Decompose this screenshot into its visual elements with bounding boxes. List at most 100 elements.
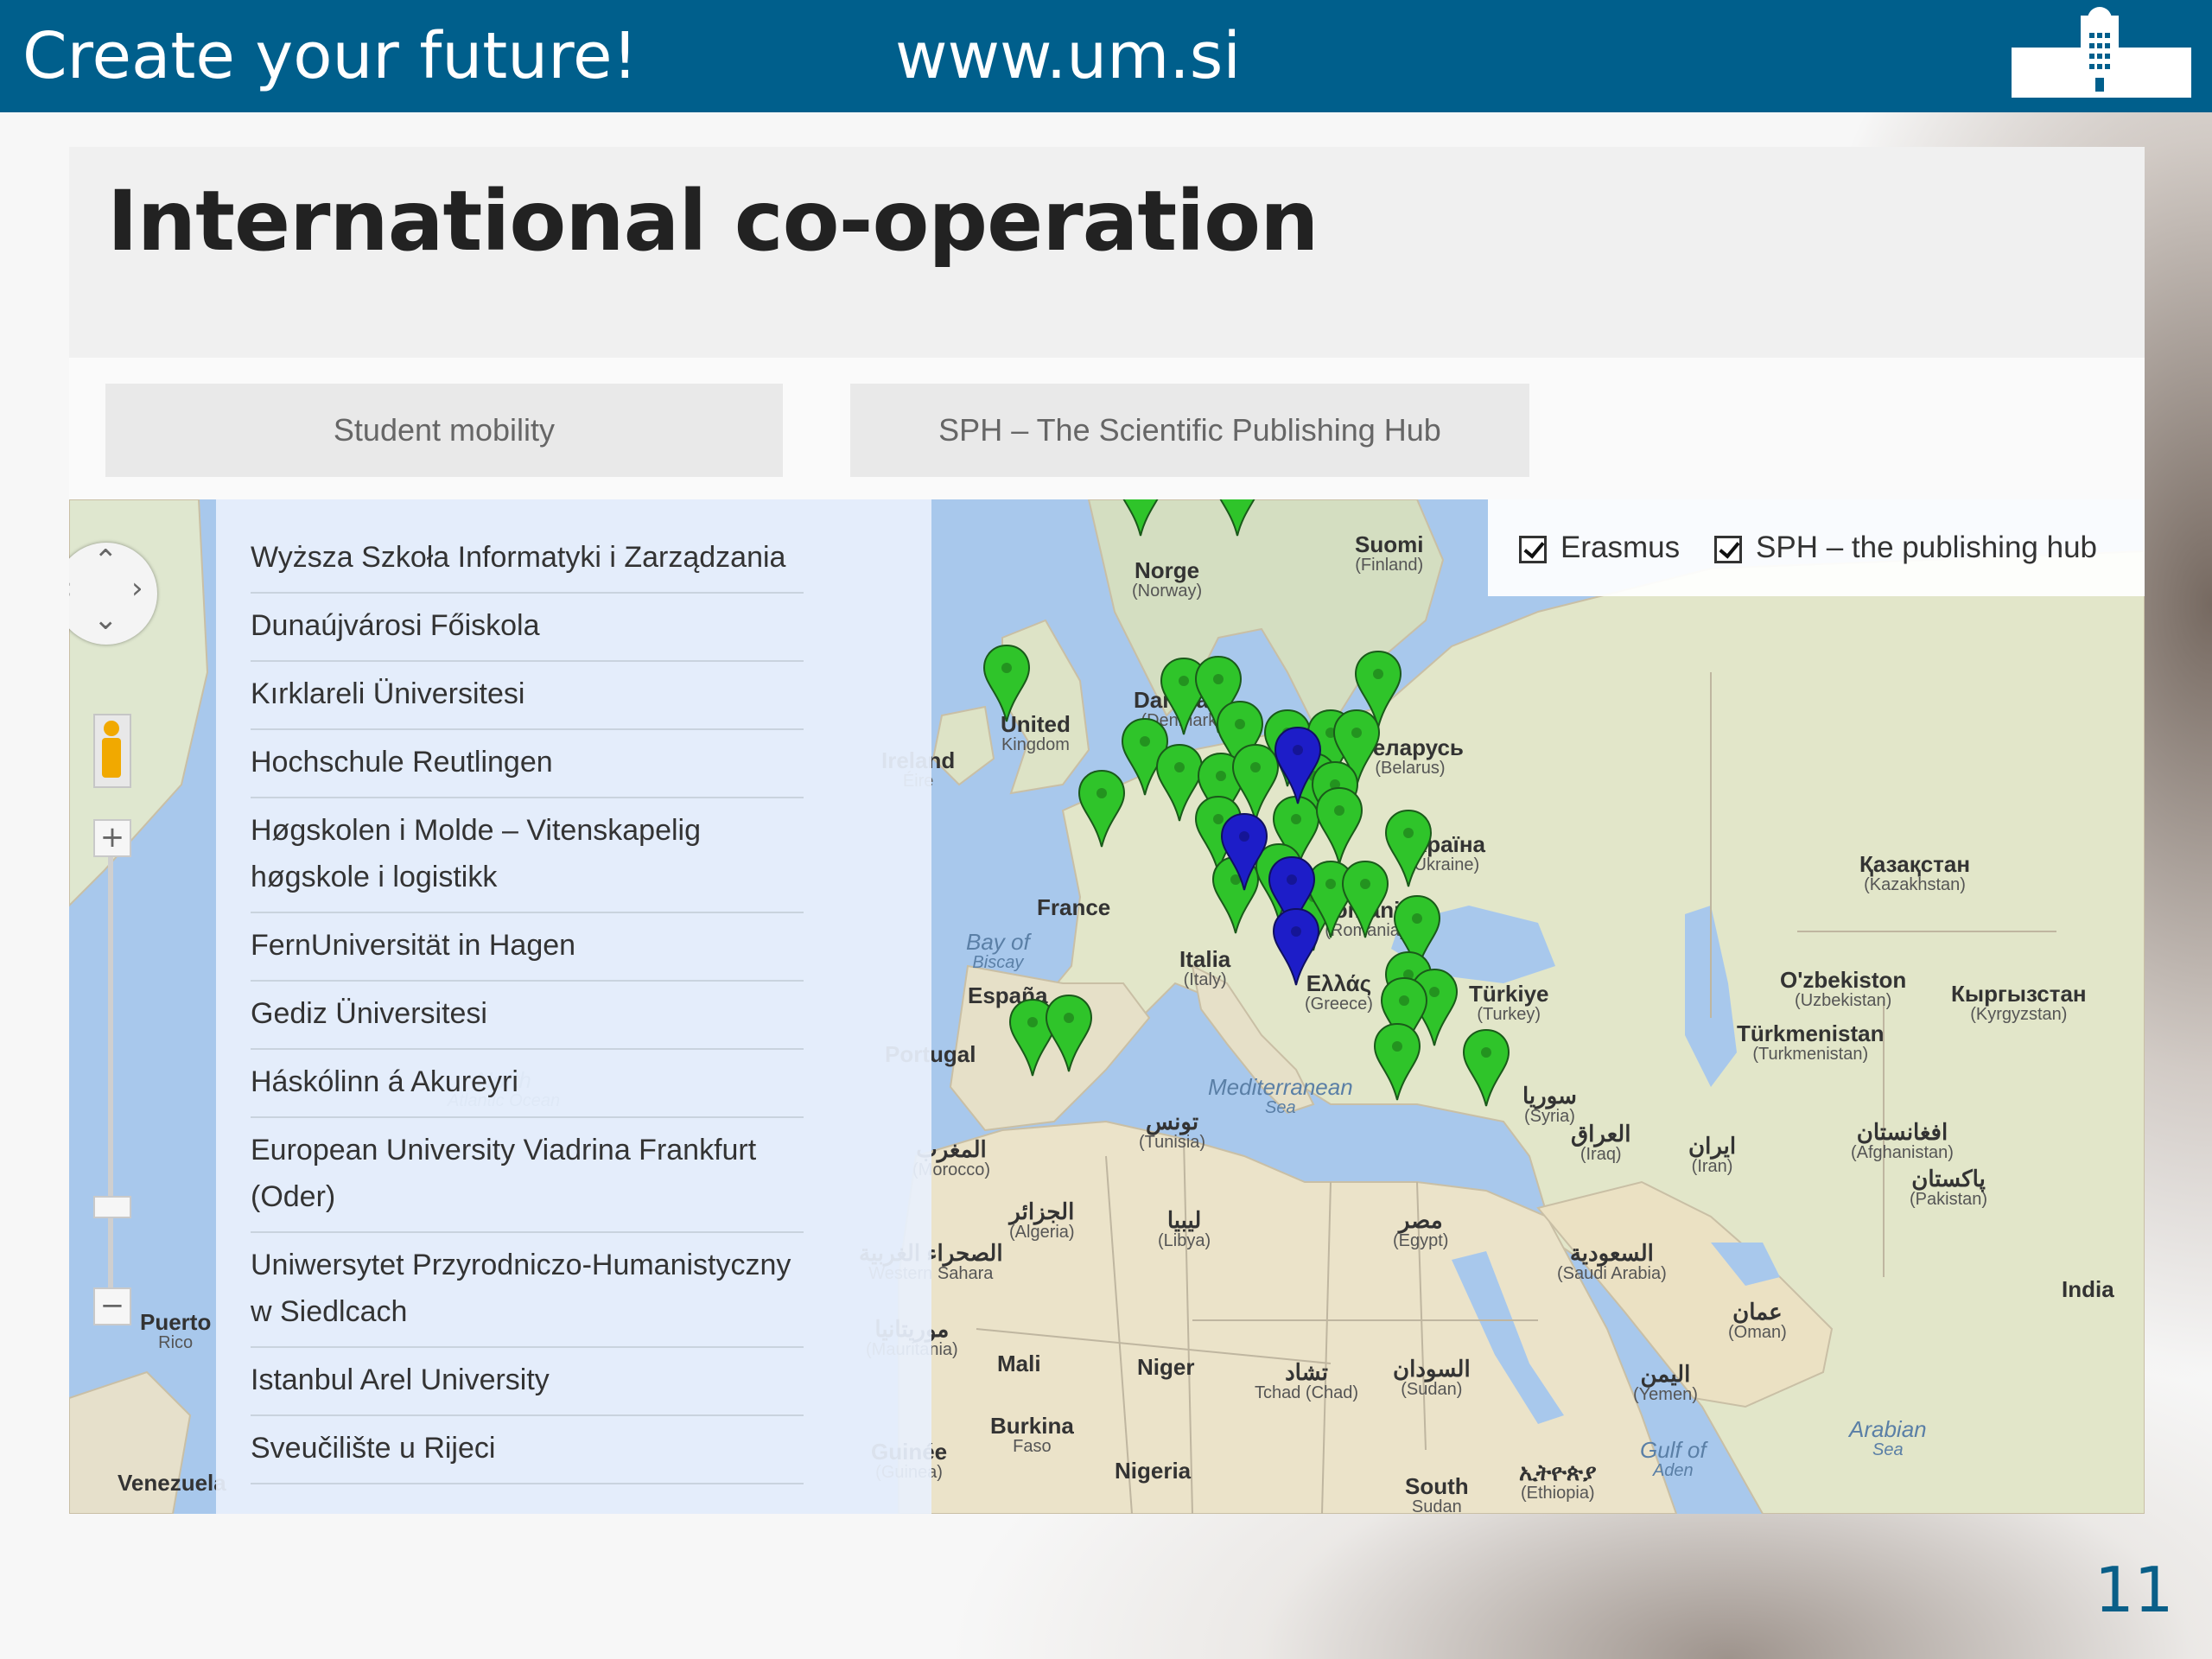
map-place-subname: (Turkey) <box>1477 1005 1541 1024</box>
zoom-in-button[interactable]: + <box>93 819 131 857</box>
university-list-item[interactable]: Wyższa Szkoła Informatyki i Zarządzania <box>251 525 804 594</box>
map-place-label: Mediterranean Sea <box>1208 1076 1353 1118</box>
university-list-item[interactable]: Høgskolen i Molde – Vitenskapelig høgsko… <box>251 798 804 913</box>
map-place-subname: Rico <box>158 1333 194 1352</box>
map-place-label: Suomi (Finland) <box>1355 533 1423 575</box>
map-place-label: سوريا (Syria) <box>1522 1083 1577 1127</box>
erasmus-marker-icon[interactable] <box>1462 1028 1510 1108</box>
map-place-subname: (Sudan) <box>1401 1380 1463 1399</box>
erasmus-marker-icon[interactable] <box>1384 809 1433 888</box>
map-place-subname: (Pakistan) <box>1910 1190 1988 1209</box>
map-place-subname: Tchad (Chad) <box>1255 1383 1359 1402</box>
zoom-slider-handle[interactable] <box>93 1196 131 1218</box>
map-place-subname: (Egypt) <box>1393 1231 1449 1250</box>
map-place-name: الجزائر <box>1009 1198 1075 1224</box>
map-place-name: Italia <box>1179 946 1231 972</box>
pan-down-icon[interactable]: ⌄ <box>93 605 118 634</box>
map-place-label: Italia (Italy) <box>1179 946 1231 990</box>
university-list-panel[interactable]: Wyższa Szkoła Informatyki i Zarządzania D… <box>216 499 931 1514</box>
map-place-subname: (Algeria) <box>1009 1223 1075 1242</box>
pan-left-icon[interactable]: ‹ <box>69 574 73 603</box>
map-place-label: India <box>2062 1278 2114 1300</box>
erasmus-marker-icon[interactable] <box>1341 860 1389 939</box>
map-place-name: سوريا <box>1522 1083 1577 1109</box>
tab-student-mobility[interactable]: Student mobility <box>105 384 783 477</box>
university-list-item[interactable]: Sveučilište u Rijeci <box>251 1416 804 1484</box>
zoom-out-button[interactable]: − <box>93 1287 131 1325</box>
map-place-label: Arabian Sea <box>1849 1418 1927 1460</box>
map-place-label: Mali <box>997 1352 1041 1375</box>
erasmus-marker-icon[interactable] <box>1077 769 1126 849</box>
map-place-label: Puerto Rico <box>140 1311 211 1353</box>
map-place-name: Türkmenistan <box>1737 1020 1885 1046</box>
map-place-label: السعودية (Saudi Arabia) <box>1557 1242 1667 1284</box>
university-list-item[interactable]: Hochschule Reutlingen <box>251 730 804 798</box>
map-place-label: پاکستان (Pakistan) <box>1910 1166 1988 1210</box>
map-place-name: عمان <box>1732 1299 1783 1325</box>
map-place-subname: (Greece) <box>1305 995 1373 1014</box>
map-place-subname: Sea <box>1872 1440 1904 1459</box>
map-place-label: Norge (Norway) <box>1132 557 1202 601</box>
university-list-item[interactable]: European University Viadrina Frankfurt (… <box>251 1118 804 1233</box>
marker-legend: Erasmus SPH – the publishing hub <box>1488 499 2145 596</box>
map-place-name: پاکستان <box>1911 1166 1986 1192</box>
map-place-label: الجزائر (Algeria) <box>1009 1198 1075 1243</box>
legend-sph-label: SPH – the publishing hub <box>1756 531 2097 564</box>
erasmus-marker-icon[interactable] <box>982 644 1031 723</box>
map-place-name: Gulf of <box>1640 1437 1707 1463</box>
map-place-subname: (Saudi Arabia) <box>1557 1264 1667 1283</box>
erasmus-marker-icon[interactable] <box>1315 786 1363 866</box>
street-view-pegman-icon[interactable] <box>93 714 131 788</box>
sph-marker-icon[interactable] <box>1220 812 1268 892</box>
tab-scientific-publishing-hub[interactable]: SPH – The Scientific Publishing Hub <box>850 384 1529 477</box>
map-place-name: Norge <box>1135 557 1200 583</box>
map-place-label: Türkiye (Turkey) <box>1469 982 1549 1025</box>
map-place-name: O'zbekiston <box>1780 967 1907 993</box>
sph-marker-icon[interactable] <box>1274 726 1322 805</box>
map-place-subname: (Iraq) <box>1580 1145 1622 1164</box>
zoom-slider-track[interactable] <box>108 845 113 1294</box>
university-list-item[interactable]: Háskólinn á Akureyri <box>251 1050 804 1118</box>
legend-erasmus[interactable]: Erasmus <box>1519 529 1680 567</box>
map-place-subname: Sea <box>1265 1098 1296 1117</box>
header-slogan: Create your future! <box>22 19 639 93</box>
map-place-subname: Biscay <box>972 953 1024 972</box>
erasmus-marker-icon[interactable] <box>1373 1022 1421 1102</box>
map-place-label: العراق (Iraq) <box>1571 1122 1630 1165</box>
map-place-subname: (Turkmenistan) <box>1752 1045 1869 1064</box>
erasmus-checkbox[interactable] <box>1519 535 1547 563</box>
university-list-item[interactable]: Istanbul Arel University <box>251 1348 804 1416</box>
sph-marker-icon[interactable] <box>1272 907 1320 987</box>
map-place-subname: (Afghanistan) <box>1851 1143 1954 1162</box>
map-place-label: تشاد Tchad (Chad) <box>1255 1361 1359 1403</box>
university-list-item[interactable]: Uniwersytet Przyrodniczo-Humanistyczny w… <box>251 1233 804 1348</box>
map-place-label: Nigeria <box>1115 1459 1191 1482</box>
partner-map[interactable]: Suomi (Finland) Norge (Norway) United Kingdom… <box>69 499 2145 1514</box>
page-title: International co-operation <box>107 173 1319 270</box>
map-place-label: السودان (Sudan) <box>1393 1357 1471 1400</box>
erasmus-marker-icon[interactable] <box>1045 994 1093 1073</box>
university-list-item[interactable]: Kırklareli Üniversitesi <box>251 662 804 730</box>
map-place-label: عمان (Oman) <box>1728 1299 1787 1343</box>
map-place-name: Venezuela <box>118 1470 226 1496</box>
map-place-label: Кыргызстан (Kyrgyzstan) <box>1951 982 2087 1025</box>
map-place-label: مصر (Egypt) <box>1393 1209 1449 1251</box>
legend-sph[interactable]: SPH – the publishing hub <box>1714 529 2097 567</box>
page-number: 11 <box>2094 1554 2174 1626</box>
pan-right-icon[interactable]: › <box>131 574 143 603</box>
map-place-subname: (Iran) <box>1691 1157 1733 1176</box>
erasmus-marker-icon[interactable] <box>1213 499 1262 537</box>
university-list-item[interactable]: Dunaújvárosi Főiskola <box>251 594 804 662</box>
map-place-name: ایران <box>1688 1133 1737 1159</box>
erasmus-marker-icon[interactable] <box>1116 499 1165 537</box>
map-place-subname: Aden <box>1652 1461 1694 1480</box>
pan-up-icon[interactable]: ⌃ <box>93 546 118 575</box>
sph-checkbox[interactable] <box>1714 535 1742 563</box>
university-list-item[interactable]: Gediz Üniversitesi <box>251 982 804 1050</box>
map-place-name: France <box>1037 894 1111 920</box>
map-place-subname: Sudan <box>1411 1497 1462 1514</box>
map-place-label: افغانستان (Afghanistan) <box>1851 1121 1954 1163</box>
university-logo <box>1986 0 2212 112</box>
map-place-name: اليمن <box>1640 1361 1691 1387</box>
university-list-item[interactable]: FernUniversität in Hagen <box>251 913 804 982</box>
